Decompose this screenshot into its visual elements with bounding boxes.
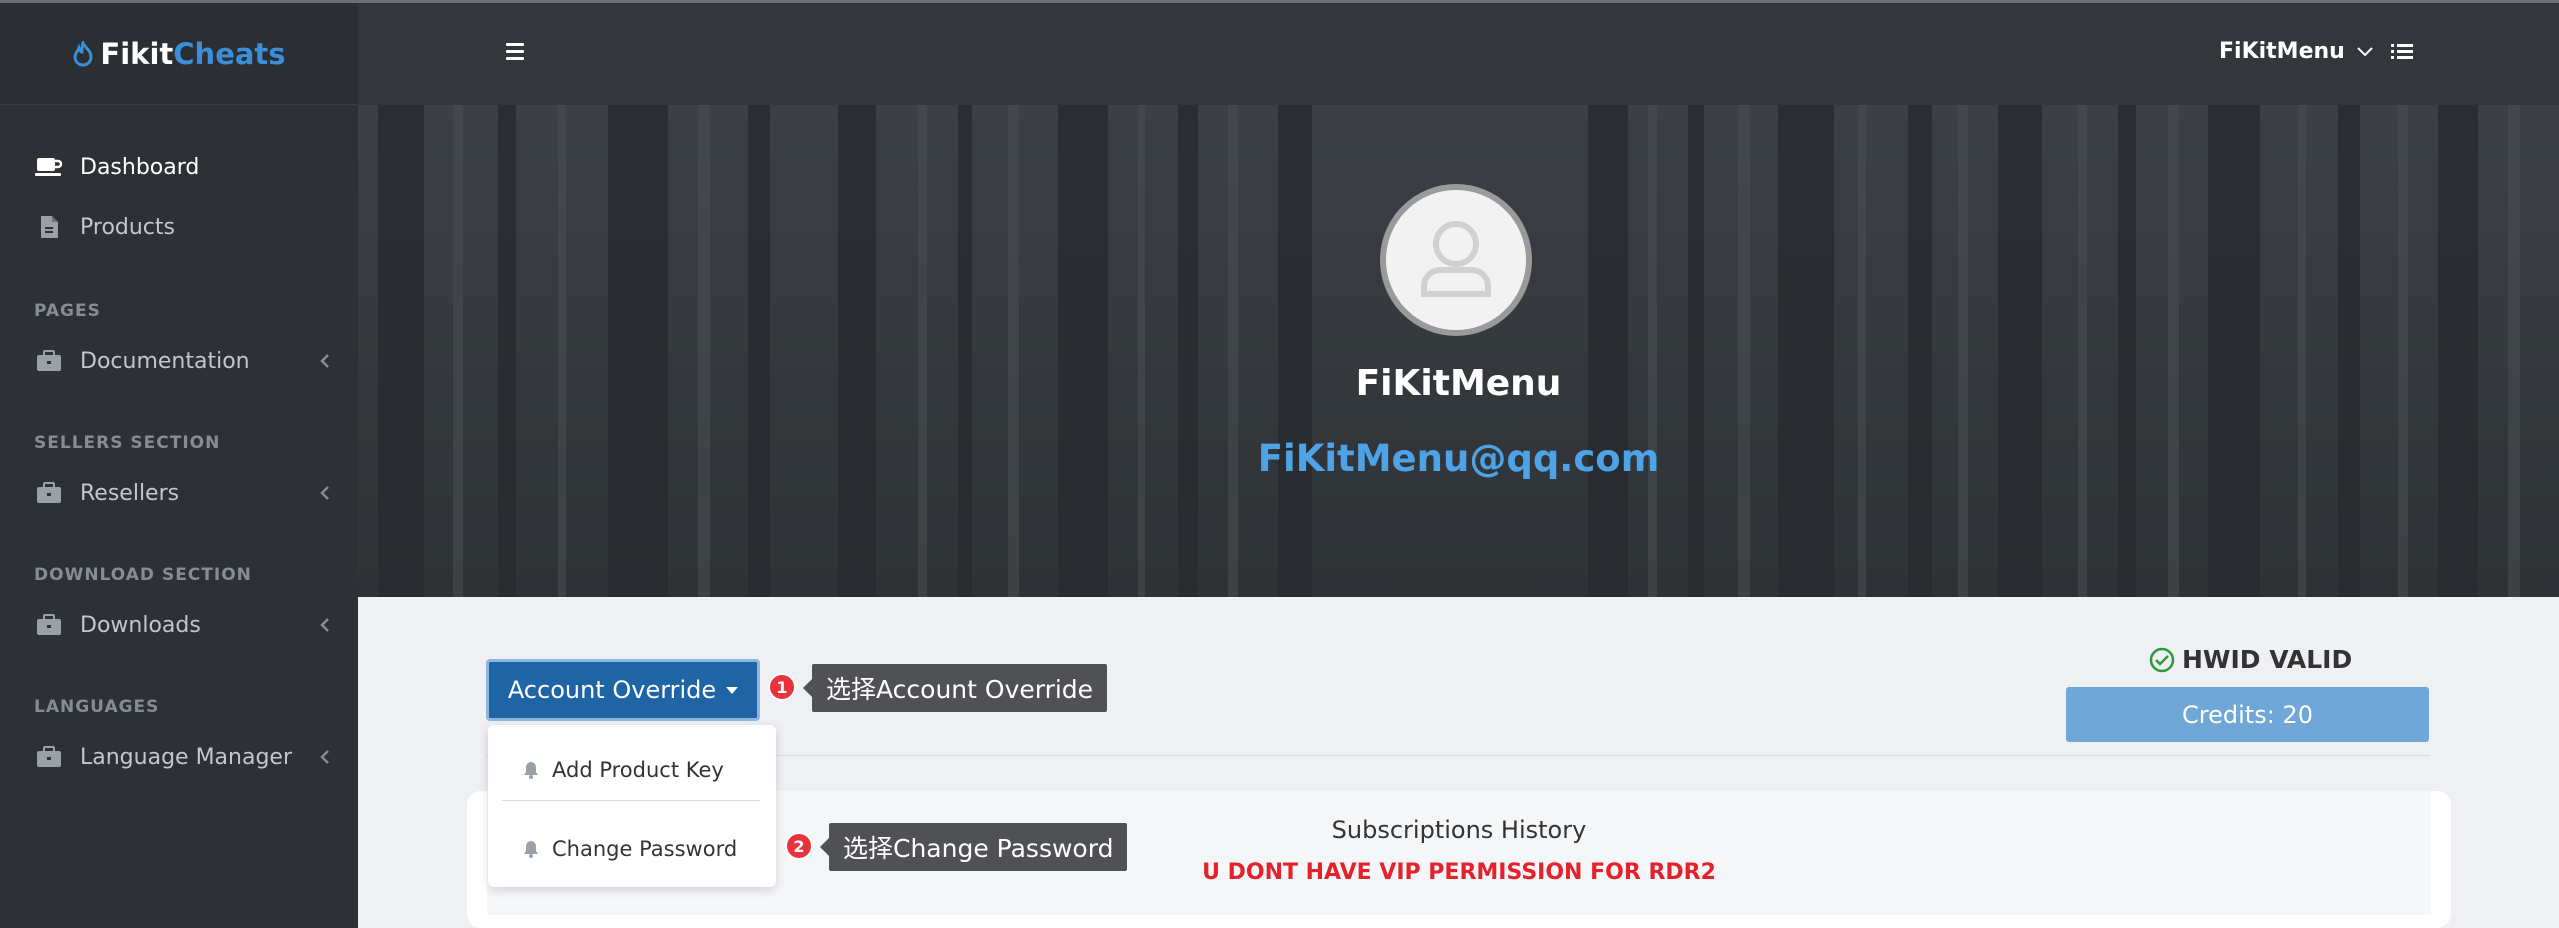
caret-down-icon (726, 686, 739, 694)
sidebar-item-label: Resellers (80, 480, 180, 506)
banner-overlay (358, 105, 2559, 597)
sidebar-item-resellers[interactable]: Resellers (0, 465, 358, 521)
briefcase-icon (34, 612, 64, 638)
nav-section-header: PAGES (34, 301, 101, 321)
bell-icon (524, 841, 538, 858)
briefcase-icon (34, 480, 64, 506)
sidebar-item-language-manager[interactable]: Language Manager (0, 729, 358, 785)
divider (486, 755, 2430, 756)
check-circle-icon (2149, 647, 2175, 672)
chevron-down-icon (2357, 46, 2373, 56)
sidebar-item-downloads[interactable]: Downloads (0, 597, 358, 653)
coffee-cup-icon (34, 154, 64, 180)
briefcase-icon (34, 744, 64, 770)
chevron-left-icon (320, 354, 329, 368)
menu-item-label: Add Product Key (552, 758, 724, 782)
menu-item-label: Change Password (552, 837, 738, 861)
step-badge: 1 (768, 673, 796, 701)
subscriptions-history-title: Subscriptions History (1331, 816, 1587, 844)
flame-icon (73, 40, 93, 66)
sidebar-item-documentation[interactable]: Documentation (0, 333, 358, 389)
user-icon (1421, 221, 1491, 297)
hwid-status: HWID VALID (2148, 645, 2352, 674)
user-menu[interactable]: FiKitMenu (2219, 39, 2375, 64)
hamburger-menu-icon[interactable] (506, 43, 526, 63)
sidebar-item-dashboard[interactable]: Dashboard (0, 139, 358, 195)
menu-item-add-product-key[interactable]: Add Product Key (488, 740, 776, 800)
chevron-left-icon (320, 750, 329, 764)
chevron-left-icon (320, 618, 329, 632)
profile-name: FiKitMenu (1355, 363, 1562, 404)
top-header: FiKitMenu (358, 3, 2559, 105)
sidebar-item-label: Documentation (80, 348, 250, 374)
subscriptions-card-body (487, 791, 2431, 915)
briefcase-icon (34, 348, 64, 374)
hwid-status-label: HWID VALID (2182, 645, 2353, 674)
nav-section-header: DOWNLOAD SECTION (34, 565, 252, 585)
account-override-dropdown-button[interactable]: Account Override (486, 659, 760, 721)
annotation-tooltip: 选择Change Password (819, 823, 1128, 871)
file-invoice-icon (34, 214, 64, 240)
sidebar-item-label: Language Manager (80, 744, 292, 770)
profile-banner: FiKitMenu FiKitMenu@qq.com (358, 105, 2559, 597)
nav-section-header: SELLERS SECTION (34, 433, 221, 453)
sidebar-item-label: Downloads (80, 612, 201, 638)
header-username: FiKitMenu (2219, 39, 2345, 64)
vip-permission-warning: U DONT HAVE VIP PERMISSION FOR RDR2 (1202, 860, 1716, 885)
bell-icon (524, 762, 538, 779)
account-override-label: Account Override (507, 676, 717, 704)
sidebar-item-label: Dashboard (80, 154, 200, 180)
menu-divider (502, 800, 760, 801)
sidebar: Fikit Cheats Dashboard Products PAGES Doc… (0, 3, 358, 928)
brand-name-part1: Fikit (100, 36, 174, 71)
brand-logo[interactable]: Fikit Cheats (0, 3, 358, 105)
menu-item-change-password[interactable]: Change Password (488, 819, 776, 879)
sidebar-item-label: Products (80, 214, 175, 240)
profile-email: FiKitMenu@qq.com (1257, 437, 1660, 480)
credits-button[interactable]: Credits: 20 (2066, 687, 2429, 742)
annotation-tooltip: 选择Account Override (802, 664, 1108, 712)
sidebar-item-products[interactable]: Products (0, 199, 358, 255)
nav-section-header: LANGUAGES (34, 697, 160, 717)
step-badge: 2 (785, 832, 813, 860)
list-icon[interactable] (2390, 41, 2414, 63)
chevron-left-icon (320, 486, 329, 500)
brand-name-part2: Cheats (173, 36, 286, 71)
account-override-menu: Add Product Key Change Password (488, 725, 776, 887)
avatar[interactable] (1380, 184, 1532, 336)
